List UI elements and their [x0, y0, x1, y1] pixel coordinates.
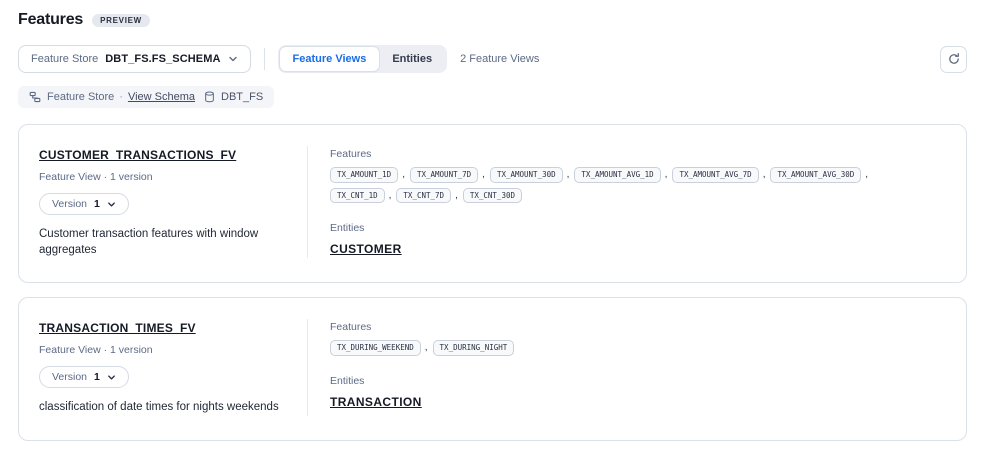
entity-list: CUSTOMER	[330, 240, 942, 258]
view-schema-link[interactable]: View Schema	[128, 91, 195, 103]
toolbar: Feature Store DBT_FS.FS_SCHEMA Feature V…	[18, 45, 967, 73]
version-label: Version	[52, 198, 87, 210]
version-value: 1	[94, 198, 100, 210]
view-toggle: Feature Views Entities	[278, 45, 448, 73]
feature-chip-list: TX_DURING_WEEKEND TX_DURING_NIGHT	[330, 340, 930, 356]
entity-list: TRANSACTION	[330, 393, 942, 411]
features-page: Features PREVIEW Feature Store DBT_FS.FS…	[0, 0, 985, 441]
feature-chip: TX_AMOUNT_1D	[330, 167, 398, 183]
card-details: Features TX_DURING_WEEKEND TX_DURING_NIGH…	[308, 319, 966, 416]
refresh-icon	[947, 52, 961, 66]
feature-view-card-customer-transactions: CUSTOMER_TRANSACTIONS_FV Feature View · …	[18, 124, 967, 283]
feature-store-icon	[29, 91, 41, 103]
card-title-link[interactable]: CUSTOMER_TRANSACTIONS_FV	[39, 148, 236, 162]
card-subtitle: Feature View · 1 version	[39, 171, 281, 183]
version-selector[interactable]: Version 1	[39, 366, 129, 388]
card-subtitle: Feature View · 1 version	[39, 344, 281, 356]
entities-section: Entities TRANSACTION	[330, 375, 942, 411]
card-title-link[interactable]: TRANSACTION_TIMES_FV	[39, 321, 196, 335]
breadcrumb-separator: ·	[119, 91, 123, 103]
entity-link[interactable]: TRANSACTION	[330, 395, 422, 409]
preview-badge: PREVIEW	[92, 14, 150, 27]
chevron-down-icon	[107, 200, 116, 209]
card-description: Customer transaction features with windo…	[39, 227, 281, 258]
feature-store-label: Feature Store	[31, 53, 98, 65]
feature-chip: TX_DURING_WEEKEND	[330, 340, 421, 356]
tab-feature-views[interactable]: Feature Views	[280, 47, 380, 71]
card-summary: TRANSACTION_TIMES_FV Feature View · 1 ve…	[19, 319, 308, 416]
feature-chip: TX_CNT_7D	[396, 188, 451, 204]
feature-chip: TX_CNT_30D	[463, 188, 522, 204]
features-section-label: Features	[330, 321, 942, 333]
feature-chip: TX_AMOUNT_AVG_30D	[770, 167, 861, 183]
refresh-button[interactable]	[940, 46, 967, 73]
feature-chip-list: TX_AMOUNT_1D TX_AMOUNT_7D TX_AMOUNT_30D TX_…	[330, 167, 930, 203]
feature-chip: TX_DURING_NIGHT	[433, 340, 515, 356]
card-summary: CUSTOMER_TRANSACTIONS_FV Feature View · …	[19, 146, 308, 258]
card-description: classification of date times for nights …	[39, 400, 281, 416]
feature-chip: TX_AMOUNT_AVG_7D	[672, 167, 758, 183]
toolbar-divider	[264, 48, 265, 70]
chevron-down-icon	[228, 54, 238, 64]
entities-section: Entities CUSTOMER	[330, 222, 942, 258]
feature-store-selector[interactable]: Feature Store DBT_FS.FS_SCHEMA	[18, 45, 251, 73]
card-details: Features TX_AMOUNT_1DTX_AMOUNT_7DTX_AMOU…	[308, 146, 966, 258]
feature-chip: TX_AMOUNT_7D	[410, 167, 478, 183]
breadcrumb-store-label: Feature Store	[47, 91, 114, 103]
version-selector[interactable]: Version 1	[39, 193, 129, 215]
page-title: Features	[18, 11, 83, 29]
database-name: DBT_FS	[221, 91, 263, 103]
feature-chip: TX_AMOUNT_30D	[490, 167, 563, 183]
version-label: Version	[52, 371, 87, 383]
breadcrumb-row: Feature Store · View Schema DBT_FS	[18, 86, 967, 108]
feature-chip: TX_CNT_1D	[330, 188, 385, 204]
feature-views-count: 2 Feature Views	[460, 53, 539, 65]
feature-chip: TX_AMOUNT_AVG_1D	[574, 167, 660, 183]
breadcrumb: Feature Store · View Schema DBT_FS	[18, 86, 274, 108]
tab-entities[interactable]: Entities	[379, 47, 445, 71]
entities-section-label: Entities	[330, 222, 942, 234]
database-icon	[204, 91, 215, 103]
feature-view-card-transaction-times: TRANSACTION_TIMES_FV Feature View · 1 ve…	[18, 297, 967, 441]
version-value: 1	[94, 371, 100, 383]
entity-link[interactable]: CUSTOMER	[330, 242, 402, 256]
feature-store-value: DBT_FS.FS_SCHEMA	[105, 53, 220, 65]
chevron-down-icon	[107, 373, 116, 382]
entities-section-label: Entities	[330, 375, 942, 387]
page-header: Features PREVIEW	[18, 10, 967, 30]
features-section-label: Features	[330, 148, 942, 160]
